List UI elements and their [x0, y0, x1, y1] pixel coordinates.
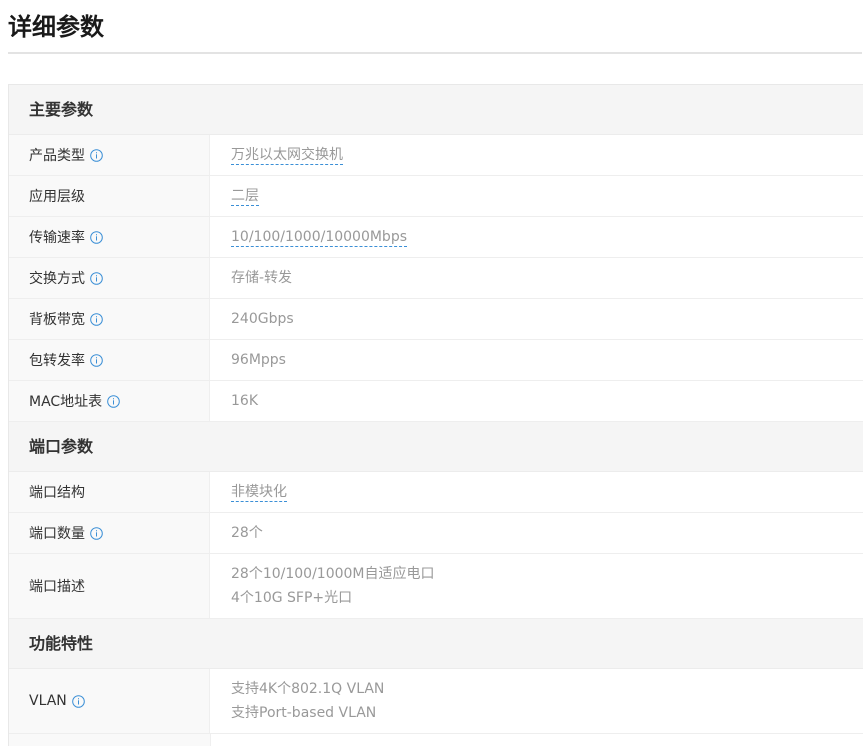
spec-label: 应用层级: [9, 176, 210, 216]
info-circle-icon[interactable]: [90, 353, 103, 367]
spec-label: 产品类型: [9, 135, 210, 175]
spec-label-text: 应用层级: [29, 189, 85, 205]
spec-value-text: 16K: [231, 393, 258, 409]
spec-table: 主要参数 产品类型 万兆以太网交换机 应用层级 二层 传输速率 10/100/1…: [8, 84, 863, 746]
spec-label: 交换方式: [9, 258, 210, 298]
spec-row-mac-address-table: MAC地址表 16K: [9, 381, 863, 422]
spec-value-text: 存储-转发: [231, 270, 293, 286]
section-header-main: 主要参数: [9, 85, 863, 135]
spec-value-link[interactable]: 二层: [231, 188, 259, 206]
spec-row-switching-mode: 交换方式 存储-转发: [9, 258, 863, 299]
spec-value-line: 支持4K个802.1Q VLAN: [231, 681, 385, 697]
spec-row-port-count: 端口数量 28个: [9, 513, 863, 554]
spec-row-backplane-bandwidth: 背板带宽 240Gbps: [9, 299, 863, 340]
spec-label-text: VLAN: [29, 693, 67, 709]
spec-label-text: 包转发率: [29, 353, 85, 369]
spec-row-application-layer: 应用层级 二层: [9, 176, 863, 217]
spec-label-text: 传输速率: [29, 230, 85, 246]
spec-label: 传输速率: [9, 217, 210, 257]
spec-label-text: 产品类型: [29, 148, 85, 164]
spec-value-link[interactable]: 10/100/1000/10000Mbps: [231, 229, 407, 247]
spec-value-line: 支持Port-based VLAN: [231, 705, 377, 721]
spec-value: 28个: [210, 513, 863, 553]
spec-label-text: MAC地址表: [29, 394, 103, 410]
spec-label-text: 背板带宽: [29, 312, 85, 328]
spec-value: 二层: [210, 176, 863, 216]
spec-value: 万兆以太网交换机: [210, 135, 863, 175]
spec-value-text: 240Gbps: [231, 311, 294, 327]
spec-label-text: 端口结构: [29, 485, 85, 501]
spec-row-port-description: 端口描述 28个10/100/1000M自适应电口 4个10G SFP+光口: [9, 554, 863, 619]
spec-value: 存储-转发: [210, 258, 863, 298]
spec-row-partial: [9, 734, 863, 746]
info-circle-icon[interactable]: [90, 230, 103, 244]
spec-value: 16K: [210, 381, 863, 421]
info-circle-icon[interactable]: [90, 271, 103, 285]
spec-label: VLAN: [9, 669, 210, 733]
spec-value: 非模块化: [210, 472, 863, 512]
section-header-ports: 端口参数: [9, 422, 863, 472]
spec-label-text: 端口描述: [29, 579, 85, 595]
spec-label: 端口数量: [9, 513, 210, 553]
spec-value-text: 28个: [231, 525, 263, 541]
spec-label: MAC地址表: [9, 381, 210, 421]
spec-label-text: 交换方式: [29, 271, 85, 287]
info-circle-icon[interactable]: [90, 526, 103, 540]
info-circle-icon[interactable]: [90, 312, 103, 326]
spec-row-vlan: VLAN 支持4K个802.1Q VLAN 支持Port-based VLAN: [9, 669, 863, 734]
spec-value: 支持4K个802.1Q VLAN 支持Port-based VLAN: [210, 669, 863, 733]
spec-value-link[interactable]: 万兆以太网交换机: [231, 147, 343, 165]
spec-label: [9, 734, 211, 746]
spec-value: 96Mpps: [210, 340, 863, 380]
section-header-features: 功能特性: [9, 619, 863, 669]
spec-value-line: 28个10/100/1000M自适应电口: [231, 566, 435, 582]
spec-label: 端口描述: [9, 554, 210, 618]
spec-value: 28个10/100/1000M自适应电口 4个10G SFP+光口: [210, 554, 863, 618]
spec-value: 240Gbps: [210, 299, 863, 339]
spec-label: 包转发率: [9, 340, 210, 380]
info-circle-icon[interactable]: [90, 148, 103, 162]
spec-value: 10/100/1000/10000Mbps: [210, 217, 863, 257]
page-title: 详细参数: [8, 13, 104, 41]
spec-label: 背板带宽: [9, 299, 210, 339]
title-divider: [8, 52, 862, 54]
spec-value-link[interactable]: 非模块化: [231, 484, 287, 502]
spec-label: 端口结构: [9, 472, 210, 512]
spec-value-line: 4个10G SFP+光口: [231, 590, 353, 606]
spec-row-packet-forwarding-rate: 包转发率 96Mpps: [9, 340, 863, 381]
spec-row-port-structure: 端口结构 非模块化: [9, 472, 863, 513]
spec-row-transfer-rate: 传输速率 10/100/1000/10000Mbps: [9, 217, 863, 258]
spec-label-text: 端口数量: [29, 526, 85, 542]
info-circle-icon[interactable]: [107, 394, 120, 408]
spec-row-product-type: 产品类型 万兆以太网交换机: [9, 135, 863, 176]
info-circle-icon[interactable]: [71, 694, 85, 708]
spec-value-text: 96Mpps: [231, 352, 286, 368]
